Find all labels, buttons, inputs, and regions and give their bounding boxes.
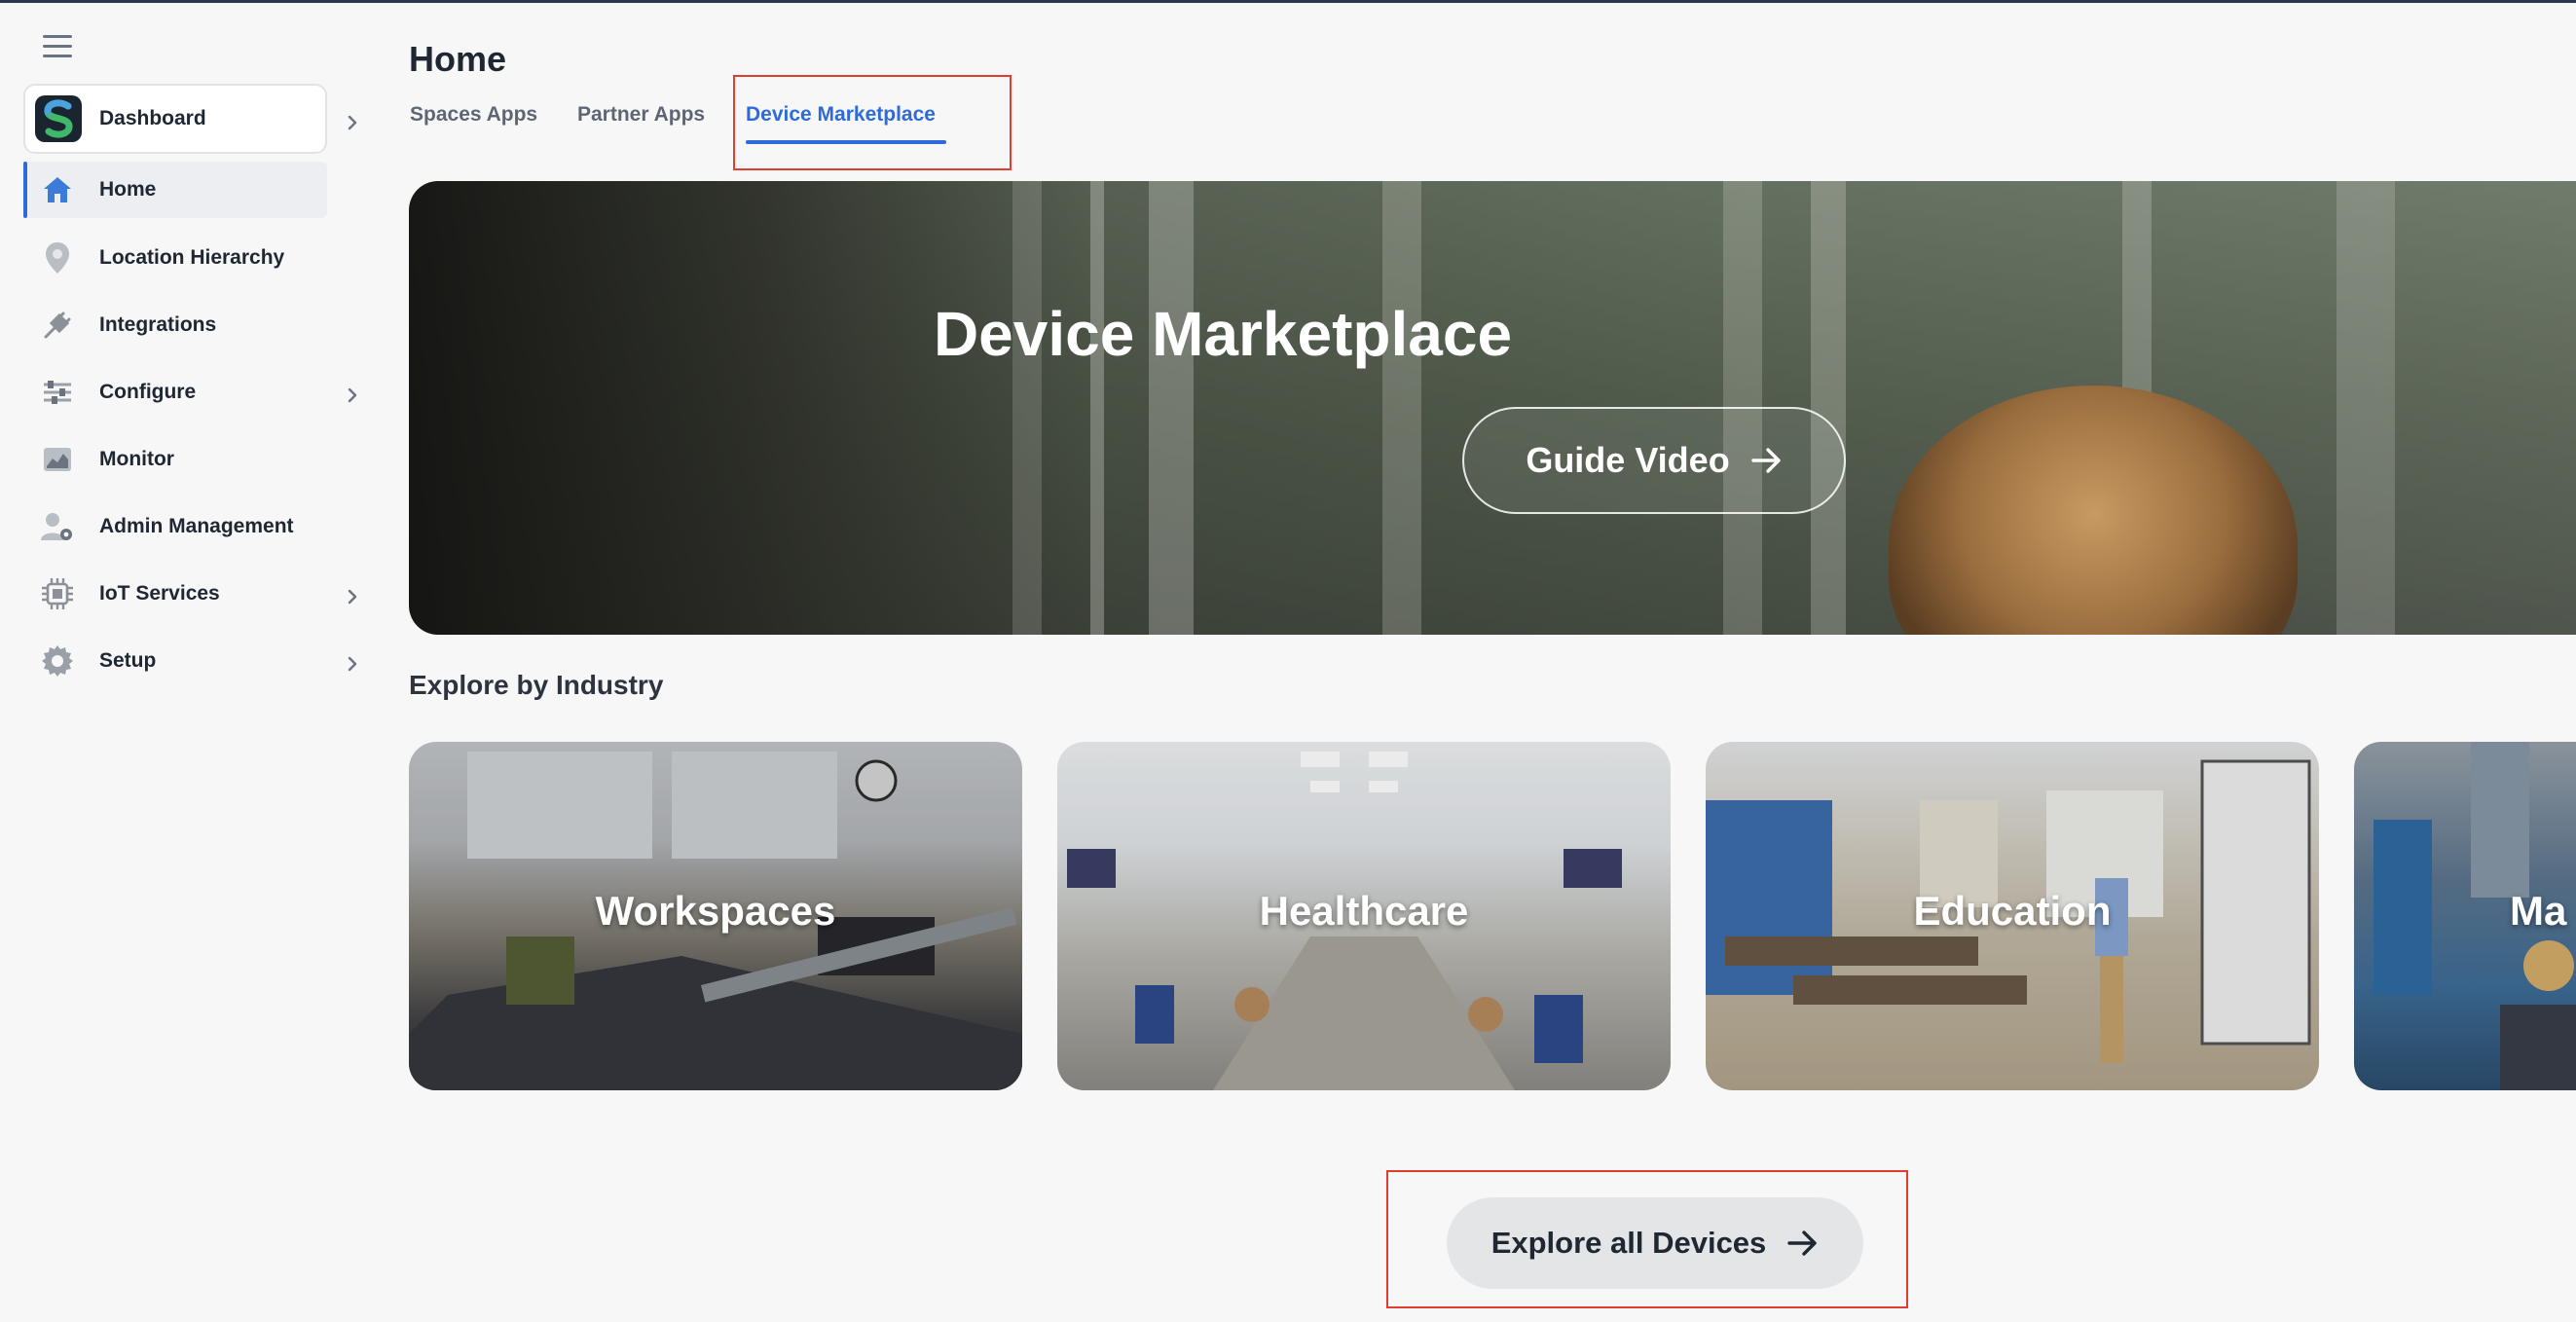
home-icon xyxy=(41,173,74,206)
explore-by-industry-heading: Explore by Industry xyxy=(409,670,664,700)
sidebar-item-label: Integrations xyxy=(99,313,217,336)
monitor-chart-icon xyxy=(41,443,74,476)
plug-icon xyxy=(41,309,74,342)
sidebar-item-monitor[interactable]: Monitor xyxy=(23,431,327,488)
window-top-border xyxy=(0,0,2576,3)
sidebar-item-home[interactable]: Home xyxy=(23,162,327,218)
app-logo-icon xyxy=(35,95,82,142)
sidebar-item-label: Setup xyxy=(99,649,157,672)
sidebar-item-iot-services[interactable]: IoT Services xyxy=(23,566,327,622)
admin-user-icon xyxy=(41,510,74,543)
sidebar-item-integrations[interactable]: Integrations xyxy=(23,297,327,353)
iot-services-chevron-right-icon[interactable] xyxy=(345,589,360,605)
hero-title: Device Marketplace xyxy=(933,299,1513,369)
tab-device-marketplace[interactable]: Device Marketplace xyxy=(746,103,936,127)
location-pin-icon xyxy=(41,241,74,275)
sidebar-item-label: Configure xyxy=(99,381,197,403)
sidebar-item-label: Location Hierarchy xyxy=(99,246,285,269)
sidebar-item-location-hierarchy[interactable]: Location Hierarchy xyxy=(23,230,327,286)
sidebar-item-configure[interactable]: Configure xyxy=(23,364,327,421)
dashboard-switcher[interactable]: Dashboard xyxy=(23,84,327,154)
sliders-icon xyxy=(41,376,74,409)
sidebar-item-label: Admin Management xyxy=(99,515,294,537)
industry-card-workspaces[interactable]: Workspaces xyxy=(409,742,1022,1090)
dashboard-chevron-right-icon[interactable] xyxy=(345,115,360,130)
setup-chevron-right-icon[interactable] xyxy=(345,656,360,672)
hero-person-image xyxy=(1889,386,2298,635)
guide-video-label: Guide Video xyxy=(1526,440,1730,480)
sidebar-item-label: Monitor xyxy=(99,448,174,470)
configure-chevron-right-icon[interactable] xyxy=(345,387,360,403)
industry-card-label: Ma xyxy=(2510,888,2567,934)
gear-icon xyxy=(41,644,74,678)
tab-partner-apps[interactable]: Partner Apps xyxy=(577,103,705,127)
industry-card-label: Healthcare xyxy=(1259,888,1469,934)
guide-video-button[interactable]: Guide Video xyxy=(1462,407,1846,514)
page-title: Home xyxy=(409,39,507,79)
hero-banner: Device Marketplace Guide Video xyxy=(409,181,2576,635)
tab-spaces-apps[interactable]: Spaces Apps xyxy=(410,103,537,127)
arrow-right-icon xyxy=(1750,448,1781,473)
industry-card-healthcare[interactable]: Healthcare xyxy=(1057,742,1671,1090)
sidebar-item-label: IoT Services xyxy=(99,582,220,605)
active-tab-indicator xyxy=(746,140,946,144)
hamburger-menu-icon[interactable] xyxy=(43,35,72,58)
chip-icon xyxy=(41,577,74,610)
arrow-right-icon xyxy=(1787,1230,1817,1256)
sidebar-item-admin-management[interactable]: Admin Management xyxy=(23,498,327,555)
industry-card-manufacturing[interactable]: Ma xyxy=(2354,742,2576,1090)
sidebar: Dashboard Home Location Hierarchy Integr… xyxy=(0,0,380,1322)
explore-all-devices-label: Explore all Devices xyxy=(1490,1226,1767,1260)
industry-card-label: Education xyxy=(1913,888,2112,934)
industry-card-education[interactable]: Education xyxy=(1706,742,2319,1090)
industry-card-label: Workspaces xyxy=(595,888,836,934)
dashboard-label: Dashboard xyxy=(99,107,206,129)
sidebar-item-label: Home xyxy=(99,178,157,201)
sidebar-item-setup[interactable]: Setup xyxy=(23,633,327,689)
explore-all-devices-button[interactable]: Explore all Devices xyxy=(1447,1197,1863,1289)
